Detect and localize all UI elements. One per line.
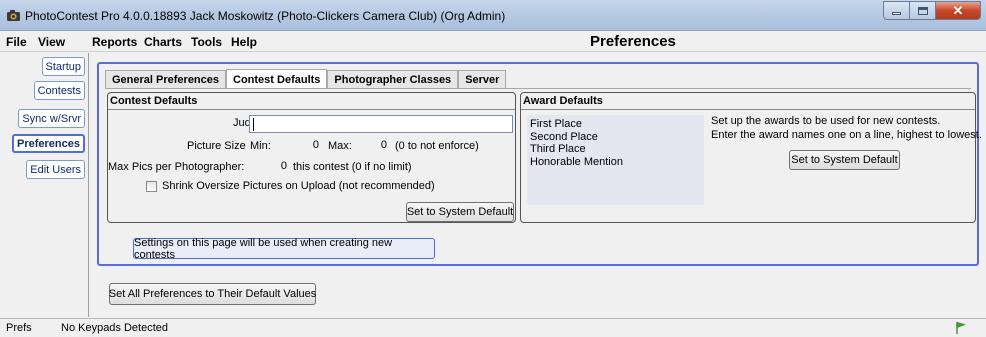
app-camera-icon [7, 10, 20, 21]
minimize-button[interactable] [883, 1, 910, 20]
max-pics-hint: this contest (0 if no limit) [293, 161, 412, 173]
shrink-oversize-checkbox[interactable] [146, 181, 157, 192]
menu-bar: File View Reports Charts Tools Help Pref… [0, 31, 986, 52]
tab-server[interactable]: Server [458, 70, 507, 89]
award-names-textarea[interactable]: First Place Second Place Third Place Hon… [527, 115, 704, 205]
close-button[interactable]: ✕ [936, 1, 981, 20]
min-size-input[interactable]: 0 [280, 136, 322, 154]
sidebar-item-label: Contests [37, 84, 81, 97]
contest-reset-button[interactable]: Set to System Default [406, 202, 514, 222]
page-title: Preferences [590, 33, 676, 50]
sidebar-item-startup[interactable]: Startup [41, 57, 85, 76]
flag-icon [956, 322, 966, 334]
shrink-oversize-label: Shrink Oversize Pictures on Upload (not … [162, 180, 435, 192]
status-section: Prefs [6, 322, 32, 334]
award-help-line-2: Enter the award names one on a line, hig… [711, 129, 982, 141]
menu-view[interactable]: View [38, 35, 65, 49]
divider [521, 109, 975, 110]
reset-all-preferences-button[interactable]: Set All Preferences to Their Default Val… [109, 283, 316, 305]
window-controls: ✕ [883, 1, 981, 21]
status-message: No Keypads Detected [61, 322, 169, 334]
max-size-hint: (0 to not enforce) [395, 140, 479, 152]
sidebar: Startup Contests Sync w/Srvr Preferences… [0, 53, 89, 317]
award-help-line-1: Set up the awards to be used for new con… [711, 115, 941, 127]
max-pics-input[interactable]: 0 [250, 157, 290, 175]
max-pics-label: Max Pics per Photographer: [108, 161, 245, 173]
list-item: Second Place [530, 130, 598, 143]
sidebar-item-preferences[interactable]: Preferences [12, 134, 85, 153]
award-defaults-group: Award Defaults First Place Second Place … [520, 92, 982, 223]
sidebar-item-label: Edit Users [30, 163, 81, 176]
tab-divider [105, 88, 971, 89]
maximize-button[interactable] [910, 1, 936, 20]
contest-defaults-group: Contest Defaults Judges: Picture Size Mi… [107, 92, 516, 223]
judges-input[interactable] [249, 115, 513, 133]
info-banner: Settings on this page will be used when … [133, 237, 435, 261]
tab-photographer-classes[interactable]: Photographer Classes [327, 70, 459, 89]
min-label: Min: [250, 140, 271, 152]
sidebar-item-contests[interactable]: Contests [33, 81, 85, 100]
list-item: Honorable Mention [530, 155, 623, 168]
menu-file[interactable]: File [6, 35, 27, 49]
menu-tools[interactable]: Tools [191, 35, 222, 49]
title-bar: PhotoContest Pro 4.0.0.18893 Jack Moskow… [0, 0, 986, 31]
max-size-input[interactable]: 0 [354, 136, 390, 154]
list-item: First Place [530, 118, 582, 130]
sidebar-item-label: Startup [45, 60, 81, 73]
picture-size-label: Picture Size [187, 140, 246, 152]
award-reset-button[interactable]: Set to System Default [789, 150, 900, 170]
contest-defaults-title: Contest Defaults [110, 95, 198, 107]
award-defaults-title: Award Defaults [523, 95, 603, 107]
minimize-icon [892, 12, 901, 15]
window-title: PhotoContest Pro 4.0.0.18893 Jack Moskow… [25, 9, 506, 23]
maximize-icon [917, 6, 928, 15]
sidebar-item-label: Preferences [17, 137, 80, 150]
close-icon: ✕ [952, 2, 964, 18]
status-bar: Prefs No Keypads Detected [0, 318, 986, 337]
tab-contest-defaults[interactable]: Contest Defaults [226, 69, 328, 89]
tab-general-preferences[interactable]: General Preferences [105, 70, 227, 89]
text-caret [253, 118, 254, 131]
preferences-tabs: General Preferences Contest Defaults Pho… [105, 69, 507, 89]
menu-charts[interactable]: Charts [144, 35, 182, 49]
menu-reports[interactable]: Reports [92, 35, 137, 49]
preferences-panel: General Preferences Contest Defaults Pho… [97, 62, 982, 266]
sidebar-item-label: Sync w/Srvr [22, 112, 81, 125]
max-label: Max: [328, 140, 352, 152]
divider [108, 109, 515, 110]
list-item: Third Place [530, 143, 586, 155]
menu-help[interactable]: Help [231, 35, 257, 49]
sidebar-item-edit-users[interactable]: Edit Users [26, 160, 85, 179]
sidebar-item-sync[interactable]: Sync w/Srvr [18, 109, 85, 128]
